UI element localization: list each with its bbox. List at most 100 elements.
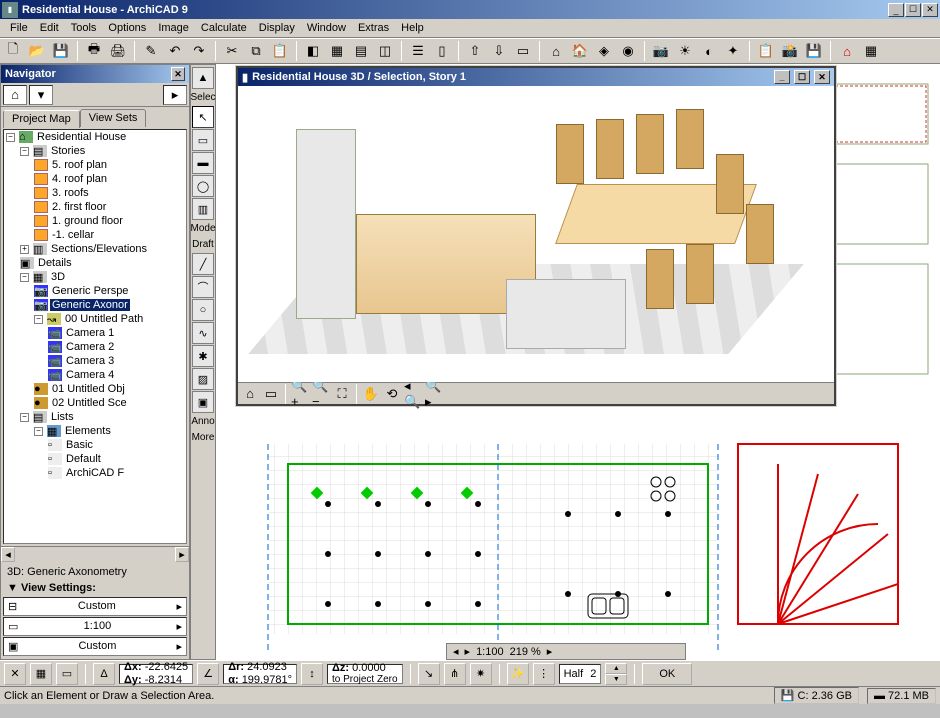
addon-icon[interactable]: ⌂ — [836, 40, 858, 62]
tree-details[interactable]: ▣Details — [20, 256, 186, 270]
redo-icon[interactable]: ↷ — [188, 40, 210, 62]
tree-story-3[interactable]: 3. roofs — [34, 186, 186, 200]
tool-b-icon[interactable]: ▦ — [326, 40, 348, 62]
nav-down-icon[interactable]: ⇩ — [488, 40, 510, 62]
image-tool-icon[interactable]: ▣ — [192, 391, 214, 413]
stories-icon[interactable]: ☰ — [407, 40, 429, 62]
menu-edit[interactable]: Edit — [34, 20, 65, 36]
new-icon[interactable]: 🗋 — [2, 40, 24, 62]
z-icon[interactable]: ↕ — [301, 663, 323, 685]
arc-tool-icon[interactable]: ⌒ — [192, 276, 214, 298]
snap-b-icon[interactable]: ⋔ — [444, 663, 466, 685]
divide-icon[interactable]: ⋮ — [533, 663, 555, 685]
calc-icon[interactable]: ▦ — [860, 40, 882, 62]
3d-min-button[interactable]: _ — [774, 70, 790, 84]
menu-options[interactable]: Options — [102, 20, 152, 36]
nav-layer-combo[interactable]: ⊟Custom▸ — [3, 597, 187, 616]
render-icon[interactable]: ☀ — [674, 40, 696, 62]
tab-view-sets[interactable]: View Sets — [80, 109, 147, 127]
arrow-tool-icon[interactable]: ↖ — [192, 106, 214, 128]
camera-icon[interactable]: 📷 — [650, 40, 672, 62]
sun-icon[interactable]: ✦ — [722, 40, 744, 62]
menu-tools[interactable]: Tools — [65, 20, 103, 36]
3d-zoom-out-icon[interactable]: 🔍− — [311, 385, 331, 403]
lamp-icon[interactable]: ◉ — [617, 40, 639, 62]
3d-orbit-icon[interactable]: ⟲ — [382, 385, 402, 403]
ok-button[interactable]: OK — [642, 663, 692, 685]
delta-icon[interactable]: Δ — [93, 663, 115, 685]
snap-a-icon[interactable]: ↘ — [418, 663, 440, 685]
snap-c-icon[interactable]: ✷ — [470, 663, 492, 685]
maximize-button[interactable]: ☐ — [905, 3, 921, 17]
tree-path[interactable]: −↝00 Untitled Path — [34, 312, 186, 326]
nav-popup-icon[interactable]: ▸ — [163, 85, 187, 105]
print-icon[interactable]: 🖨 — [107, 40, 129, 62]
tool-c-icon[interactable]: ▤ — [350, 40, 372, 62]
3d-pan-icon[interactable]: ✋ — [361, 385, 381, 403]
tree-story-1[interactable]: 1. ground floor — [34, 214, 186, 228]
nav-up-icon[interactable]: ⇧ — [464, 40, 486, 62]
menu-help[interactable]: Help — [395, 20, 430, 36]
3d-viewport[interactable] — [238, 86, 834, 382]
3d-prev-icon[interactable]: ◂🔍 — [403, 385, 423, 403]
tree-cam-1[interactable]: 📹Camera 1 — [48, 326, 186, 340]
tree-el-archicad[interactable]: ▫ArchiCAD F — [48, 466, 186, 480]
navigator-close-button[interactable]: ✕ — [171, 67, 185, 81]
menu-image[interactable]: Image — [152, 20, 195, 36]
window-tool-icon[interactable]: ▥ — [192, 198, 214, 220]
tree-story-0[interactable]: -1. cellar — [34, 228, 186, 242]
toolbox-scroll-up[interactable]: ▲ — [192, 67, 214, 89]
menu-calculate[interactable]: Calculate — [195, 20, 253, 36]
view2d-scale[interactable]: 1:100 — [476, 646, 504, 658]
origin-icon[interactable]: ✕ — [4, 663, 26, 685]
menu-file[interactable]: File — [4, 20, 34, 36]
3d-next-icon[interactable]: 🔍▸ — [424, 385, 444, 403]
nav-mode-view-icon[interactable]: ▾ — [29, 85, 53, 105]
tree-cam-2[interactable]: 📹Camera 2 — [48, 340, 186, 354]
nav-display-combo[interactable]: ▣Custom▸ — [3, 637, 187, 656]
menu-extras[interactable]: Extras — [352, 20, 395, 36]
tree-cam-3[interactable]: 📹Camera 3 — [48, 354, 186, 368]
tool-d-icon[interactable]: ◫ — [374, 40, 396, 62]
plot-icon[interactable]: 🖶 — [83, 40, 105, 62]
cut-icon[interactable]: ✂ — [221, 40, 243, 62]
tree-lists[interactable]: −▤Lists — [20, 410, 186, 424]
undo-icon[interactable]: ↶ — [164, 40, 186, 62]
point-tool-icon[interactable]: ✱ — [192, 345, 214, 367]
tree-cam-4[interactable]: 📹Camera 4 — [48, 368, 186, 382]
library-icon[interactable]: ⌂ — [545, 40, 567, 62]
ruler-icon[interactable]: ▭ — [56, 663, 78, 685]
column-tool-icon[interactable]: ◯ — [192, 175, 214, 197]
menu-window[interactable]: Window — [301, 20, 352, 36]
grid-snap-icon[interactable]: ▦ — [30, 663, 52, 685]
3d-zoom-in-icon[interactable]: 🔍+ — [290, 385, 310, 403]
view2d-zoom[interactable]: 219 % — [510, 646, 541, 658]
hatch-tool-icon[interactable]: ▨ — [192, 368, 214, 390]
3d-home-icon[interactable]: ⌂ — [240, 385, 260, 403]
tree-obj-2[interactable]: ●02 Untitled Sce — [34, 396, 186, 410]
copy-icon[interactable]: ⧉ — [245, 40, 267, 62]
half-field[interactable]: Half 2 — [559, 664, 602, 684]
tree-story-4[interactable]: 4. roof plan — [34, 172, 186, 186]
magic-icon[interactable]: ✨ — [507, 663, 529, 685]
line-tool-icon[interactable]: ╱ — [192, 253, 214, 275]
tree-stories[interactable]: −▤Stories — [20, 144, 186, 158]
3d-fit-icon[interactable]: ⛶ — [332, 385, 352, 403]
open-icon[interactable]: 📂 — [26, 40, 48, 62]
wall-tool-icon[interactable]: ▬ — [192, 152, 214, 174]
clipboard-icon[interactable]: 📋 — [755, 40, 777, 62]
tree-axonometry[interactable]: 📷Generic Axonor — [34, 298, 186, 312]
tool-a-icon[interactable]: ◧ — [302, 40, 324, 62]
half-down[interactable]: ▼ — [605, 674, 627, 685]
object-icon[interactable]: ◈ — [593, 40, 615, 62]
go-icon[interactable]: ▭ — [512, 40, 534, 62]
tree-story-2[interactable]: 2. first floor — [34, 200, 186, 214]
snapshot-icon[interactable]: 📸 — [779, 40, 801, 62]
roof-icon[interactable]: 🏠 — [569, 40, 591, 62]
3d-close-button[interactable]: ✕ — [814, 70, 830, 84]
marquee-tool-icon[interactable]: ▭ — [192, 129, 214, 151]
save-view-icon[interactable]: 💾 — [803, 40, 825, 62]
tree-perspective[interactable]: 📷Generic Perspe — [34, 284, 186, 298]
half-up[interactable]: ▲ — [605, 663, 627, 674]
nav-mode-project-icon[interactable]: ⌂ — [3, 85, 27, 105]
